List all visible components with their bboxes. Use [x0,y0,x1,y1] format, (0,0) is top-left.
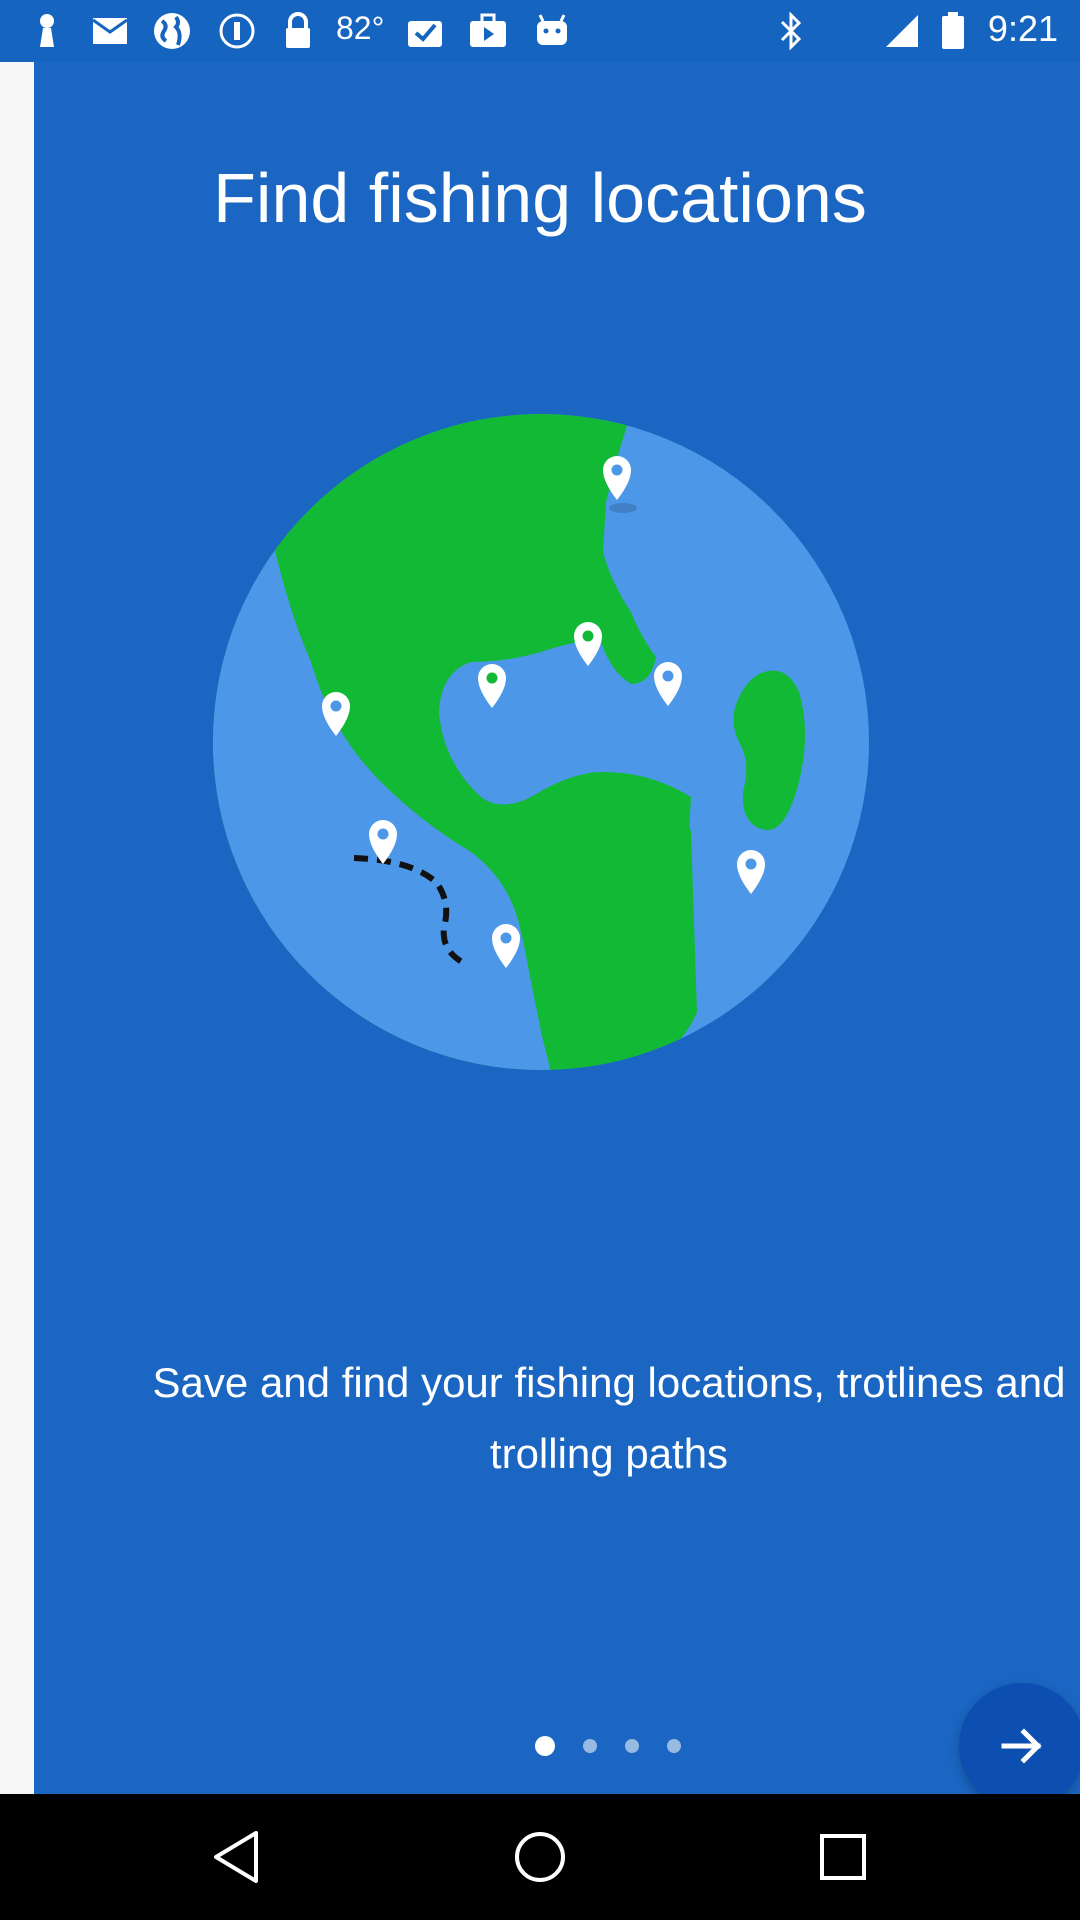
clock-text: 9:21 [987,8,1058,49]
globe-illustration [213,414,869,1070]
page-dot-3 [625,1739,639,1753]
lock-icon [278,11,318,51]
android-icon [532,11,572,51]
page-dot-1 [535,1736,555,1756]
page-title: Find fishing locations [213,159,867,237]
home-icon[interactable] [500,1817,580,1897]
arrow-right-icon [1001,1728,1042,1764]
bluetooth-icon [771,11,811,51]
briefcase-play-icon [468,11,508,51]
back-icon[interactable] [196,1817,276,1897]
temperature-text: 82° [336,10,385,46]
mail-icon [90,11,130,51]
globe-icon [152,11,192,51]
battery-icon [933,11,973,51]
recents-icon[interactable] [803,1817,883,1897]
signal-icon [882,11,922,51]
navigation-bar [0,1794,1080,1920]
keyhole-icon [27,11,67,51]
info-circle-icon [217,11,257,51]
page-indicator [535,1732,709,1760]
next-button[interactable] [959,1683,1080,1809]
page-description: Save and find your fishing locations, tr… [152,1359,1066,1477]
clipboard-check-icon [405,11,445,51]
previous-page-edge [0,62,34,1794]
page-dot-2 [583,1739,597,1753]
page-dot-4 [667,1739,681,1753]
status-bar: 82° 9:21 [0,0,1080,62]
